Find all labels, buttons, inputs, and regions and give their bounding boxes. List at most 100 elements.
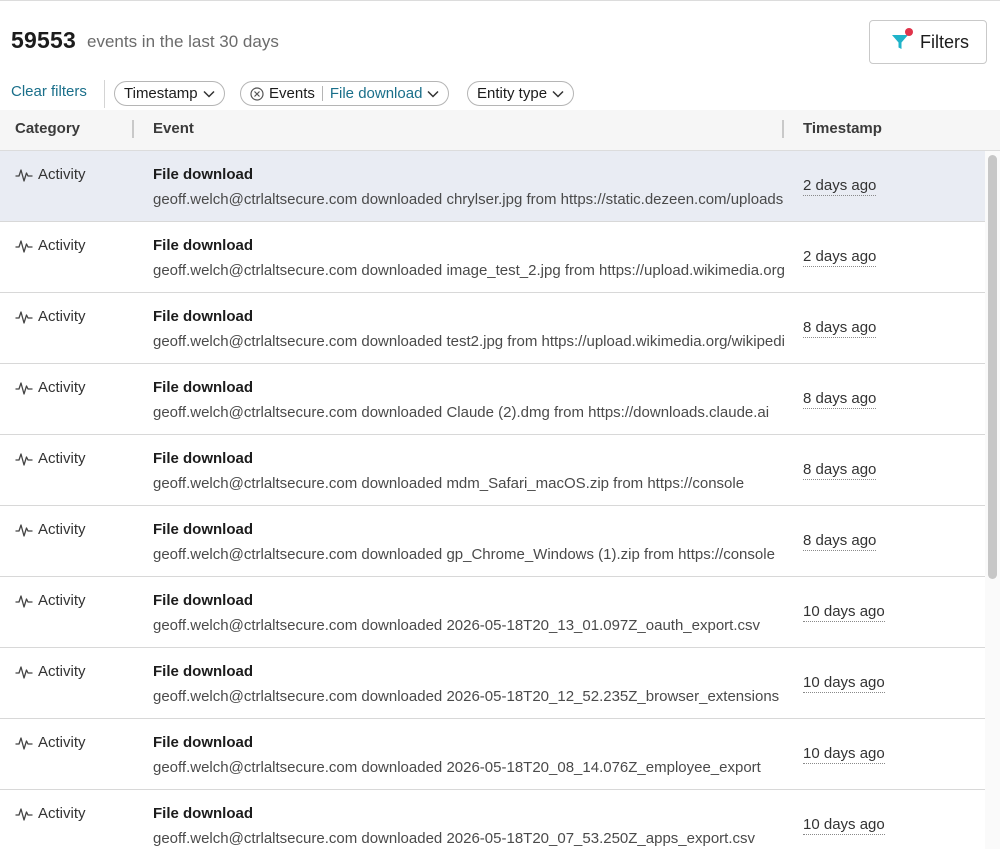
events-table-body: Activity File download geoff.welch@ctrla… [0,151,985,849]
clear-filters-link[interactable]: Clear filters [11,83,87,100]
event-count-suffix: events in the last 30 days [87,32,279,51]
column-header-timestamp[interactable]: Timestamp [803,120,882,137]
table-scrollbar-thumb[interactable] [988,155,997,579]
events-filter-chip[interactable]: Events File download [240,81,450,106]
event-timestamp[interactable]: 10 days ago [803,816,885,835]
chevron-down-icon [552,90,564,98]
chip-divider [104,80,105,108]
entity-type-filter-chip[interactable]: Entity type [467,81,575,106]
event-description: geoff.welch@ctrlaltsecure.com downloaded… [153,759,761,776]
category-label: Activity [38,592,86,609]
table-row[interactable]: Activity File download geoff.welch@ctrla… [0,577,985,648]
summary-bar: 59553 events in the last 30 days Filters [0,0,1000,80]
event-timestamp[interactable]: 8 days ago [803,390,877,409]
filters-badge-dot [905,28,913,36]
filter-chip-row: Clear filters Timestamp Events File down… [0,80,1000,110]
chip-pipe-divider [321,86,323,101]
event-title: File download [153,734,253,751]
event-title: File download [153,166,253,183]
filter-funnel-icon [890,28,913,52]
activity-pulse-icon [15,168,33,182]
category-cell: Activity [15,379,86,396]
column-resize-handle[interactable] [132,120,134,138]
event-timestamp[interactable]: 10 days ago [803,674,885,693]
events-chip-value: File download [329,85,423,102]
activity-pulse-icon [15,452,33,466]
event-description: geoff.welch@ctrlaltsecure.com downloaded… [153,191,784,208]
category-cell: Activity [15,521,86,538]
category-label: Activity [38,805,86,822]
event-title: File download [153,521,253,538]
timestamp-chip-label: Timestamp [124,85,198,102]
event-timestamp[interactable]: 2 days ago [803,177,877,196]
filters-button[interactable]: Filters [869,20,987,64]
entity-type-chip-label: Entity type [477,85,548,102]
category-cell: Activity [15,592,86,609]
activity-pulse-icon [15,736,33,750]
activity-pulse-icon [15,594,33,608]
activity-pulse-icon [15,807,33,821]
event-timestamp[interactable]: 2 days ago [803,248,877,267]
category-label: Activity [38,379,86,396]
category-cell: Activity [15,166,86,183]
table-row[interactable]: Activity File download geoff.welch@ctrla… [0,151,985,222]
event-description: geoff.welch@ctrlaltsecure.com downloaded… [153,617,761,634]
category-cell: Activity [15,450,86,467]
event-title: File download [153,379,253,396]
column-header-category[interactable]: Category [15,120,80,137]
category-label: Activity [38,308,86,325]
event-description: geoff.welch@ctrlaltsecure.com downloaded… [153,404,770,421]
category-cell: Activity [15,237,86,254]
table-row[interactable]: Activity File download geoff.welch@ctrla… [0,719,985,790]
event-timestamp[interactable]: 8 days ago [803,461,877,480]
event-timestamp[interactable]: 10 days ago [803,745,885,764]
event-description: geoff.welch@ctrlaltsecure.com downloaded… [153,830,755,847]
column-resize-handle[interactable] [782,120,784,138]
chevron-down-icon [427,90,439,98]
event-title: File download [153,592,253,609]
table-row[interactable]: Activity File download geoff.welch@ctrla… [0,222,985,293]
event-title: File download [153,663,253,680]
activity-pulse-icon [15,381,33,395]
column-header-event[interactable]: Event [153,120,194,137]
category-label: Activity [38,166,86,183]
chevron-down-icon [203,90,215,98]
category-cell: Activity [15,308,86,325]
event-description: geoff.welch@ctrlaltsecure.com downloaded… [153,333,785,350]
category-label: Activity [38,521,86,538]
event-description: geoff.welch@ctrlaltsecure.com downloaded… [153,475,745,492]
table-row[interactable]: Activity File download geoff.welch@ctrla… [0,648,985,719]
category-cell: Activity [15,663,86,680]
filters-button-label: Filters [920,31,969,52]
event-count: 59553 [11,27,76,53]
event-description: geoff.welch@ctrlaltsecure.com downloaded… [153,546,775,563]
category-label: Activity [38,734,86,751]
category-cell: Activity [15,805,86,822]
table-row[interactable]: Activity File download geoff.welch@ctrla… [0,364,985,435]
activity-pulse-icon [15,665,33,679]
table-row[interactable]: Activity File download geoff.welch@ctrla… [0,293,985,364]
circle-x-icon[interactable] [250,86,264,101]
event-timestamp[interactable]: 8 days ago [803,319,877,338]
event-title: File download [153,450,253,467]
category-label: Activity [38,450,86,467]
event-description: geoff.welch@ctrlaltsecure.com downloaded… [153,688,780,705]
activity-pulse-icon [15,310,33,324]
event-description: geoff.welch@ctrlaltsecure.com downloaded… [153,262,785,279]
activity-pulse-icon [15,239,33,253]
activity-pulse-icon [15,523,33,537]
table-row[interactable]: Activity File download geoff.welch@ctrla… [0,790,985,849]
events-chip-label: Events [269,85,315,102]
event-title: File download [153,237,253,254]
category-label: Activity [38,663,86,680]
table-row[interactable]: Activity File download geoff.welch@ctrla… [0,506,985,577]
event-title: File download [153,805,253,822]
category-cell: Activity [15,734,86,751]
table-row[interactable]: Activity File download geoff.welch@ctrla… [0,435,985,506]
table-scrollbar[interactable] [985,151,1000,849]
timestamp-filter-chip[interactable]: Timestamp [114,81,225,106]
event-title: File download [153,308,253,325]
event-timestamp[interactable]: 10 days ago [803,603,885,622]
category-label: Activity [38,237,86,254]
event-timestamp[interactable]: 8 days ago [803,532,877,551]
